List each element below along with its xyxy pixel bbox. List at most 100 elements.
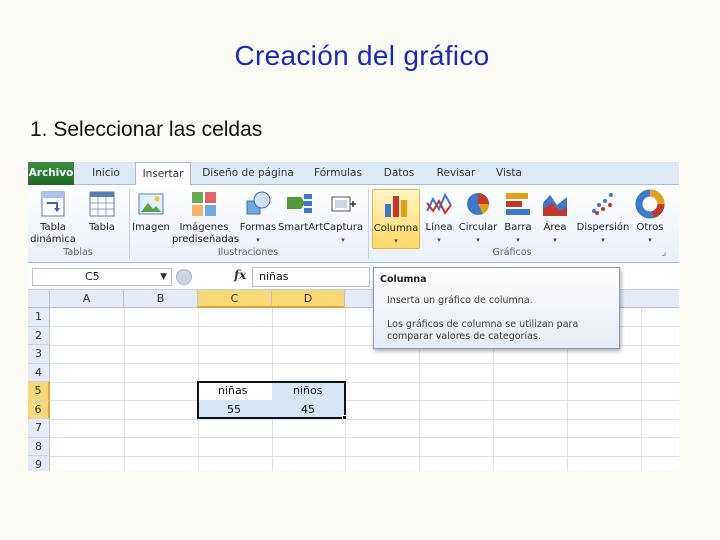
- group-label-ilustraciones: Ilustraciones: [217, 247, 279, 258]
- fill-handle[interactable]: [342, 415, 347, 420]
- formas-label: Formas: [239, 222, 277, 233]
- barra-label: Barra: [504, 222, 532, 233]
- otros-label: Otros: [636, 222, 664, 233]
- cell-d5[interactable]: niños: [293, 382, 322, 400]
- scatter-chart-icon: [592, 193, 613, 215]
- row-header-3[interactable]: 3: [28, 345, 50, 364]
- dropdown-arrow-icon: ▾: [648, 236, 652, 244]
- tab-datos[interactable]: Datos: [378, 162, 420, 185]
- tab-diseno-de-pagina[interactable]: Diseño de página: [200, 162, 296, 185]
- tooltip-line-2: Los gráficos de columna se utilizan para…: [387, 319, 579, 342]
- grid-line: [50, 381, 679, 383]
- dispersion-button[interactable]: Dispersión ▾: [575, 189, 631, 246]
- grid-line: [641, 308, 642, 471]
- donut-chart-icon: [635, 189, 665, 219]
- imagenes-prediseñadas-button[interactable]: Imágenes prediseñadas: [172, 189, 240, 246]
- group-separator: [368, 189, 369, 259]
- column-header-d[interactable]: D: [272, 290, 345, 308]
- group-label-graficos: Gráficos: [492, 247, 532, 258]
- slide-bullet: 1. Seleccionar las celdas: [30, 118, 263, 141]
- formula-bar-resize-handle[interactable]: [176, 269, 192, 285]
- linea-button[interactable]: Línea ▾: [422, 189, 456, 246]
- row-header-6[interactable]: 6: [28, 400, 50, 419]
- row-header-2[interactable]: 2: [28, 326, 50, 345]
- name-box[interactable]: C5 ▼: [32, 268, 172, 286]
- excel-screenshot: Archivo Inicio Insertar Diseño de página…: [28, 162, 679, 471]
- tooltip-line-1: Inserta un gráfico de columna.: [387, 295, 533, 306]
- area-chart-icon: [543, 195, 567, 216]
- dropdown-arrow-icon: ▾: [516, 236, 520, 244]
- grid-line: [124, 308, 125, 471]
- grid-line: [50, 418, 679, 420]
- line-chart-icon: [426, 192, 452, 215]
- captura-label: Captura: [323, 222, 363, 233]
- formula-input[interactable]: niñas: [252, 267, 370, 287]
- table-icon: [89, 191, 115, 217]
- area-label: Área: [543, 222, 567, 233]
- row-header-7[interactable]: 7: [28, 419, 50, 438]
- otros-button[interactable]: Otros ▾: [633, 189, 667, 246]
- columna-button[interactable]: Columna ▾: [372, 189, 420, 249]
- dropdown-arrow-icon: ▾: [437, 236, 441, 244]
- columna-label: Columna: [373, 223, 419, 234]
- tab-formulas[interactable]: Fórmulas: [310, 162, 366, 185]
- captura-button[interactable]: Captura ▾: [322, 189, 364, 246]
- pivot-table-icon: [41, 191, 65, 217]
- tab-revisar[interactable]: Revisar: [432, 162, 480, 185]
- row-header-8[interactable]: 8: [28, 437, 50, 456]
- select-all-corner[interactable]: [28, 290, 50, 308]
- row-header-4[interactable]: 4: [28, 363, 50, 382]
- row-header-5[interactable]: 5: [28, 382, 50, 401]
- column-header-a[interactable]: A: [50, 290, 124, 308]
- dispersion-label: Dispersión: [576, 222, 630, 233]
- tabla-button[interactable]: Tabla: [84, 189, 120, 234]
- ribbon-insertar: Tabla dinámica Tabla Tablas Imagen Imáge…: [28, 185, 679, 263]
- name-box-value: C5: [85, 270, 100, 283]
- tab-insertar[interactable]: Insertar: [135, 162, 191, 186]
- tabla-dinamica-label: Tabla dinámica: [30, 222, 76, 245]
- tab-archivo[interactable]: Archivo: [28, 162, 74, 185]
- dropdown-arrow-icon: ▾: [553, 236, 557, 244]
- cell-c5[interactable]: niñas: [218, 382, 247, 400]
- chevron-down-icon[interactable]: ▼: [160, 269, 167, 285]
- tab-inicio[interactable]: Inicio: [84, 162, 128, 185]
- group-label-tablas: Tablas: [63, 247, 93, 258]
- linea-label: Línea: [425, 222, 453, 233]
- row-header-1[interactable]: 1: [28, 308, 50, 327]
- area-button[interactable]: Área ▾: [538, 189, 572, 246]
- imagenes-prediseñadas-label: Imágenes prediseñadas: [172, 222, 240, 245]
- tooltip-title: Columna: [380, 274, 427, 285]
- grid-line: [50, 363, 679, 364]
- bar-chart-icon: [506, 193, 530, 215]
- tabla-label: Tabla: [89, 222, 115, 233]
- insert-function-icon[interactable]: fx: [234, 268, 246, 282]
- dialog-launcher-icon[interactable]: ⌟: [658, 247, 670, 258]
- dropdown-arrow-icon: ▾: [394, 237, 398, 245]
- grid-line: [50, 455, 679, 457]
- column-chart-icon: [385, 196, 407, 217]
- barra-button[interactable]: Barra ▾: [501, 189, 535, 246]
- circular-label: Circular: [458, 222, 498, 233]
- tab-vista[interactable]: Vista: [490, 162, 528, 185]
- tabla-dinamica-button[interactable]: Tabla dinámica: [30, 189, 76, 246]
- dropdown-arrow-icon: ▾: [476, 236, 480, 244]
- circular-button[interactable]: Circular ▾: [458, 189, 498, 246]
- ribbon-tab-bar: Archivo Inicio Insertar Diseño de página…: [28, 162, 679, 186]
- shapes-icon: [246, 191, 271, 215]
- cell-d6[interactable]: 45: [301, 401, 315, 419]
- column-header-b[interactable]: B: [124, 290, 198, 308]
- screenshot-icon: [331, 196, 356, 212]
- cell-c6[interactable]: 55: [227, 401, 241, 419]
- smartart-button[interactable]: SmartArt: [278, 189, 324, 234]
- dropdown-arrow-icon: ▾: [341, 236, 345, 244]
- smartart-label: SmartArt: [278, 222, 324, 233]
- columna-tooltip: Columna Inserta un gráfico de columna. L…: [373, 267, 620, 349]
- column-header-c[interactable]: C: [198, 290, 272, 308]
- grid-line: [50, 437, 679, 438]
- formas-button[interactable]: Formas ▾: [239, 189, 277, 246]
- dropdown-arrow-icon: ▾: [601, 236, 605, 244]
- row-header-9[interactable]: 9: [28, 456, 50, 471]
- imagen-button[interactable]: Imagen: [132, 189, 170, 234]
- picture-icon: [138, 193, 164, 215]
- imagen-label: Imagen: [132, 222, 170, 233]
